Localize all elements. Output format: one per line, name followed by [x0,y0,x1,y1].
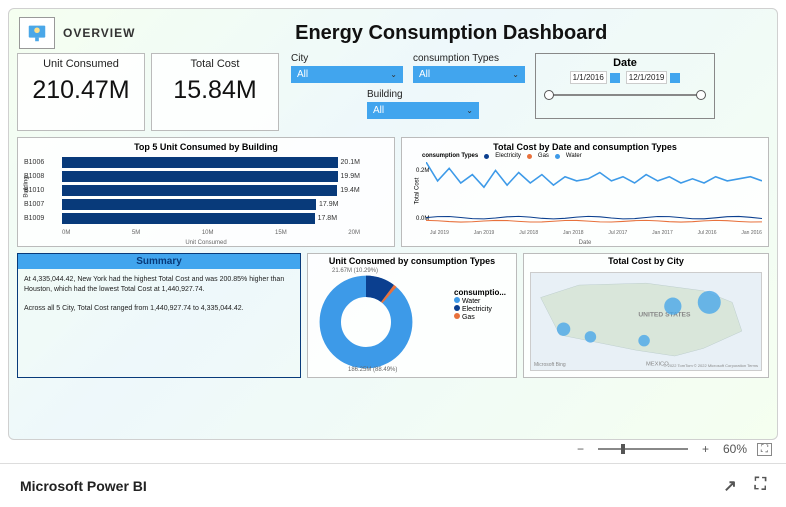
share-icon[interactable]: ↗ [723,476,736,496]
x-axis-title: Unit Consumed [18,240,394,246]
app-footer: Microsoft Power BI ↗ ⛶ [0,463,786,507]
kpi-value: 15.84M [160,76,270,105]
date-from-picker[interactable]: 1/1/2016 [570,71,620,84]
chevron-down-icon: ⌄ [390,70,397,79]
summary-panel: Summary At 4,335,044.42, New York had th… [17,253,301,378]
summary-title: Summary [18,254,300,269]
consumption-types-dropdown[interactable]: All⌄ [413,66,525,83]
kpi-value: 210.47M [26,76,136,105]
filter-consumption-types: consumption Types All⌄ [413,53,525,83]
zoom-out-button[interactable]: − [573,442,588,456]
slider-handle-end[interactable] [696,90,706,100]
map-attribution: © 2022 TomTom © 2022 Microsoft Corporati… [664,363,758,368]
calendar-icon [610,73,620,83]
building-dropdown[interactable]: All⌄ [367,102,479,119]
overview-label: OVERVIEW [63,26,135,40]
fit-to-page-icon[interactable]: ⛶ [757,443,772,456]
chart-title: Unit Consumed by consumption Types [312,256,512,266]
summary-text: Across all 5 City, Total Cost ranged fro… [24,304,294,314]
map-canvas[interactable]: UNITED STATES MEXICO Microsoft Bing © 20… [530,272,762,371]
date-slider[interactable] [544,90,706,100]
zoom-toolbar: − + 60% ⛶ [0,439,786,459]
donut-chart-panel[interactable]: Unit Consumed by consumption Types 21.67… [307,253,517,378]
donut-plot [316,272,416,372]
bars: 20.1M19.9M19.4M17.9M17.8M [62,156,360,224]
line-legend: consumption Types Electricity Gas Water [422,153,582,159]
svg-text:UNITED STATES: UNITED STATES [638,312,691,319]
header: OVERVIEW Energy Consumption Dashboard [9,9,777,53]
filter-label: Date [544,57,706,69]
x-axis-ticks: 0M5M10M15M20M [62,230,360,236]
city-dropdown[interactable]: All⌄ [291,66,403,83]
kpi-label: Total Cost [160,58,270,70]
zoom-in-button[interactable]: + [698,442,713,456]
x-axis-ticks: Jul 2019Jan 2019Jul 2018Jan 2018Jul 2017… [430,230,762,236]
filter-building: Building All⌄ [367,89,525,119]
report-canvas: OVERVIEW Energy Consumption Dashboard Un… [8,8,778,440]
summary-text: At 4,335,044.42, New York had the highes… [24,275,294,295]
bar-chart-panel[interactable]: Top 5 Unit Consumed by Building Building… [17,137,395,247]
y-axis-title: Total Cost [414,178,420,205]
date-to-picker[interactable]: 12/1/2019 [626,71,681,84]
brand-label: Microsoft Power BI [20,478,147,494]
line-plot [426,162,762,225]
filter-city: City All⌄ [291,53,403,83]
kpi-label: Unit Consumed [26,58,136,70]
slice-label: 21.67M (10.29%) [332,268,378,274]
filter-date: Date 1/1/2016 12/1/2019 [535,53,715,119]
zoom-handle[interactable] [621,444,625,454]
x-axis-title: Date [402,240,768,246]
slice-label: 186.25M (88.49%) [348,367,397,373]
kpi-total-cost: Total Cost 15.84M [151,53,279,131]
slider-handle-start[interactable] [544,90,554,100]
donut-legend: consumptio... Water Electricity Gas [454,288,506,321]
chart-title: Top 5 Unit Consumed by Building [24,142,388,152]
zoom-value: 60% [723,442,747,456]
map-provider: Microsoft Bing [534,362,566,368]
y-axis-labels: B1006B1008B1010B1007B1009 [24,156,44,226]
line-chart-panel[interactable]: Total Cost by Date and consumption Types… [401,137,769,247]
chart-title: Total Cost by City [528,256,764,266]
overview-icon [19,17,55,49]
filter-label: Building [367,89,525,100]
zoom-slider[interactable] [598,448,688,450]
filter-label: City [291,53,403,64]
fullscreen-icon[interactable]: ⛶ [755,476,766,496]
chevron-down-icon: ⌄ [466,106,473,115]
chevron-down-icon: ⌄ [512,70,519,79]
filter-label: consumption Types [413,53,525,64]
page-title: Energy Consumption Dashboard [135,22,767,45]
chart-title: Total Cost by Date and consumption Types [408,142,762,152]
kpi-unit-consumed: Unit Consumed 210.47M [17,53,145,131]
calendar-icon [670,73,680,83]
map-panel[interactable]: Total Cost by City UNITED STATES MEXICO … [523,253,769,378]
